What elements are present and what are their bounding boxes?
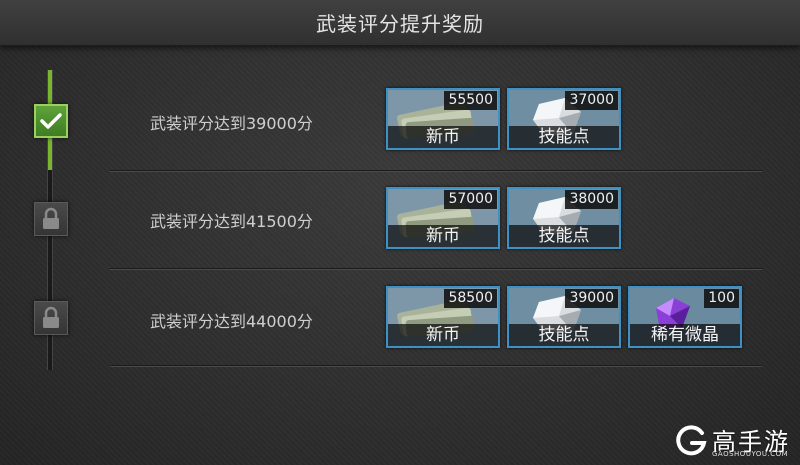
- header-bar: 武装评分提升奖励: [0, 0, 800, 46]
- tier-3-label: 武装评分达到44000分: [150, 312, 313, 331]
- row-divider: [110, 365, 762, 367]
- watermark-logo: 高手游 GAOSHOUYOU.COM: [672, 420, 796, 460]
- reward-item-cash[interactable]: 55500 新币: [386, 88, 500, 150]
- row-divider: [110, 170, 762, 172]
- row-divider: [110, 268, 762, 270]
- reward-name: 新币: [388, 324, 498, 346]
- reward-count: 39000: [565, 289, 618, 308]
- reward-count: 58500: [444, 289, 497, 308]
- reward-count: 37000: [565, 91, 618, 110]
- watermark-site: GAOSHOUYOU.COM: [712, 450, 789, 458]
- reward-item-cash[interactable]: 58500 新币: [386, 286, 500, 348]
- reward-item-skill-points[interactable]: 37000 技能点: [507, 88, 621, 150]
- tier-2-label: 武装评分达到41500分: [150, 212, 313, 231]
- reward-count: 57000: [444, 190, 497, 209]
- reward-item-skill-points[interactable]: 39000 技能点: [507, 286, 621, 348]
- reward-name: 稀有微晶: [630, 324, 740, 346]
- reward-name: 新币: [388, 126, 498, 148]
- reward-item-skill-points[interactable]: 38000 技能点: [507, 187, 621, 249]
- tier-1-label: 武装评分达到39000分: [150, 114, 313, 133]
- reward-name: 技能点: [509, 324, 619, 346]
- reward-item-cash[interactable]: 57000 新币: [386, 187, 500, 249]
- reward-item-rare-microcrystal[interactable]: 100 稀有微晶: [628, 286, 742, 348]
- reward-count: 55500: [444, 91, 497, 110]
- lock-icon: [34, 202, 68, 236]
- reward-name: 新币: [388, 225, 498, 247]
- page-title: 武装评分提升奖励: [316, 12, 484, 36]
- reward-name: 技能点: [509, 126, 619, 148]
- reward-panel: 武装评分提升奖励 武装评分达到39000分 55500 新币 37000 技能点…: [0, 0, 800, 465]
- reward-name: 技能点: [509, 225, 619, 247]
- reward-count: 100: [704, 289, 739, 308]
- g-logo-icon: [676, 425, 707, 456]
- lock-icon: [34, 301, 68, 335]
- reward-count: 38000: [565, 190, 618, 209]
- claimed-check-icon: [34, 104, 68, 138]
